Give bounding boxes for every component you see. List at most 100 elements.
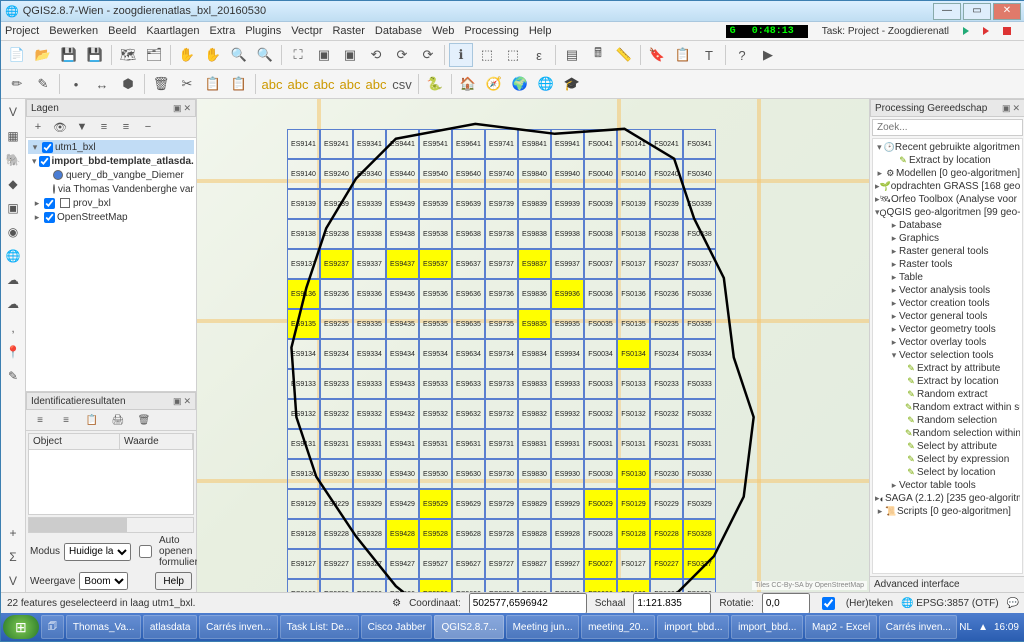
grid-cell[interactable]: ES9238 xyxy=(320,219,353,249)
grid-cell[interactable]: ES9827 xyxy=(518,549,551,579)
grid-cell[interactable]: ES9926 xyxy=(551,579,584,592)
grid-cell[interactable]: ES9134 xyxy=(287,339,320,369)
grid-cell[interactable]: FS0241 xyxy=(650,129,683,159)
grid-cell[interactable]: FS0329 xyxy=(683,489,716,519)
grid-cell[interactable]: FS0327 xyxy=(683,549,716,579)
grid-cell[interactable]: ES9838 xyxy=(518,219,551,249)
grid-cell[interactable]: ES9126 xyxy=(287,579,320,592)
grid-cell[interactable]: FS0131 xyxy=(617,429,650,459)
grid-cell[interactable]: ES9629 xyxy=(452,489,485,519)
grid-cell[interactable]: ES9939 xyxy=(551,189,584,219)
grid-cell[interactable]: ES9235 xyxy=(320,309,353,339)
grid-cell[interactable]: ES9140 xyxy=(287,159,320,189)
field-calc-icon[interactable]: 🖩 xyxy=(586,43,610,67)
grid-cell[interactable]: FS0035 xyxy=(584,309,617,339)
task-item[interactable]: Meeting jun... xyxy=(506,615,580,639)
grid-cell[interactable]: FS0141 xyxy=(617,129,650,159)
grid-cell[interactable]: ES9132 xyxy=(287,399,320,429)
grid-cell[interactable]: ES9633 xyxy=(452,369,485,399)
processing-tree[interactable]: ▾🕑Recent gebruikte algoritmen ✎Extract b… xyxy=(872,138,1023,574)
grid-cell[interactable]: ES9536 xyxy=(419,279,452,309)
layer-query[interactable]: query_db_vangbe_Diemer xyxy=(28,168,194,182)
grid-cell[interactable]: ES9226 xyxy=(320,579,353,592)
identify-icon[interactable]: ℹ xyxy=(449,43,473,67)
grid-cell[interactable]: FS0335 xyxy=(683,309,716,339)
grid-cell[interactable]: ES9129 xyxy=(287,489,320,519)
add-wms-icon[interactable]: 🌐 xyxy=(2,245,24,267)
menu-layers[interactable]: Kaartlagen xyxy=(146,25,199,37)
messages-icon[interactable]: 💬 xyxy=(1007,598,1019,609)
play-icon[interactable] xyxy=(963,27,969,35)
id-copy-icon[interactable]: 📋 xyxy=(80,408,104,432)
menu-help[interactable]: Help xyxy=(529,25,552,37)
grid-cell[interactable]: FS0028 xyxy=(584,519,617,549)
tray-clock[interactable]: 16:09 xyxy=(994,622,1019,633)
grid-cell[interactable]: FS0239 xyxy=(650,189,683,219)
grid-cell[interactable]: FS0040 xyxy=(584,159,617,189)
grid-cell[interactable]: ES9836 xyxy=(518,279,551,309)
grid-cell[interactable]: ES9532 xyxy=(419,399,452,429)
run-icon[interactable]: ▶ xyxy=(756,43,780,67)
grid-cell[interactable]: ES9136 xyxy=(287,279,320,309)
label-tool-icon[interactable]: abc xyxy=(286,72,310,96)
grid-cell[interactable]: ES9128 xyxy=(287,519,320,549)
grid-cell[interactable]: ES9133 xyxy=(287,369,320,399)
grid-cell[interactable]: FS0231 xyxy=(650,429,683,459)
grid-cell[interactable]: ES9638 xyxy=(452,219,485,249)
grid-cell[interactable]: FS0236 xyxy=(650,279,683,309)
maximize-button[interactable]: ▭ xyxy=(963,3,991,20)
coord-input[interactable] xyxy=(469,593,587,614)
tray-lang[interactable]: NL xyxy=(959,622,972,633)
grid-cell[interactable]: ES9328 xyxy=(353,519,386,549)
task-item[interactable]: Task List: De... xyxy=(280,615,359,639)
grid-cell[interactable]: FS0030 xyxy=(584,459,617,489)
grid-cell[interactable]: ES9938 xyxy=(551,219,584,249)
table-icon[interactable]: ▤ xyxy=(560,43,584,67)
grid-cell[interactable]: ES9830 xyxy=(518,459,551,489)
grid-cell[interactable]: ES9927 xyxy=(551,549,584,579)
grid-cell[interactable]: ES9427 xyxy=(386,549,419,579)
grid-cell[interactable]: ES9931 xyxy=(551,429,584,459)
grid-cell[interactable]: ES9339 xyxy=(353,189,386,219)
grid-cell[interactable]: ES9837 xyxy=(518,249,551,279)
layer-osm[interactable]: ▸OpenStreetMap xyxy=(28,210,194,224)
grid-cell[interactable]: ES9934 xyxy=(551,339,584,369)
add-oracle-icon[interactable]: ◉ xyxy=(2,221,24,243)
grid-cell[interactable]: ES9533 xyxy=(419,369,452,399)
grid-cell[interactable]: FS0039 xyxy=(584,189,617,219)
grid-cell[interactable]: ES9326 xyxy=(353,579,386,592)
grid-cell[interactable]: ES9229 xyxy=(320,489,353,519)
grid-cell[interactable]: ES9430 xyxy=(386,459,419,489)
grid-cell[interactable]: ES9833 xyxy=(518,369,551,399)
grid-cell[interactable]: ES9327 xyxy=(353,549,386,579)
menu-extra[interactable]: Extra xyxy=(210,25,236,37)
menu-processing[interactable]: Processing xyxy=(464,25,518,37)
menu-raster[interactable]: Raster xyxy=(332,25,364,37)
csv-icon[interactable]: csv xyxy=(390,72,414,96)
grid-cell[interactable]: ES9534 xyxy=(419,339,452,369)
grid-cell[interactable]: ES9929 xyxy=(551,489,584,519)
python-icon[interactable]: 🐍 xyxy=(423,72,447,96)
zoom-next-icon[interactable]: ⟳ xyxy=(390,43,414,67)
grid-cell[interactable]: ES9130 xyxy=(287,459,320,489)
bookmark-icon[interactable]: 🔖 xyxy=(645,43,669,67)
cut-icon[interactable]: ✂ xyxy=(175,72,199,96)
label-change-icon[interactable]: abc xyxy=(364,72,388,96)
grid-cell[interactable]: FS0339 xyxy=(683,189,716,219)
grid-cell[interactable]: ES9241 xyxy=(320,129,353,159)
grid-cell[interactable]: ES9233 xyxy=(320,369,353,399)
task-item[interactable]: Map2 - Excel xyxy=(805,615,877,639)
graduate-icon[interactable]: 🎓 xyxy=(560,72,584,96)
menu-view[interactable]: Beeld xyxy=(108,25,136,37)
grid-cell[interactable]: FS0240 xyxy=(650,159,683,189)
zoom-last-icon[interactable]: ⟲ xyxy=(364,43,388,67)
grid-cell[interactable]: ES9528 xyxy=(419,519,452,549)
grid-cell[interactable]: ES9739 xyxy=(485,189,518,219)
grid-cell[interactable]: ES9940 xyxy=(551,159,584,189)
grid-cell[interactable]: ES9829 xyxy=(518,489,551,519)
grid-cell[interactable]: ES9733 xyxy=(485,369,518,399)
label-rotate-icon[interactable]: abc xyxy=(338,72,362,96)
grid-cell[interactable]: ES9741 xyxy=(485,129,518,159)
paste-icon[interactable]: 📋 xyxy=(227,72,251,96)
grid-cell[interactable]: FS0232 xyxy=(650,399,683,429)
